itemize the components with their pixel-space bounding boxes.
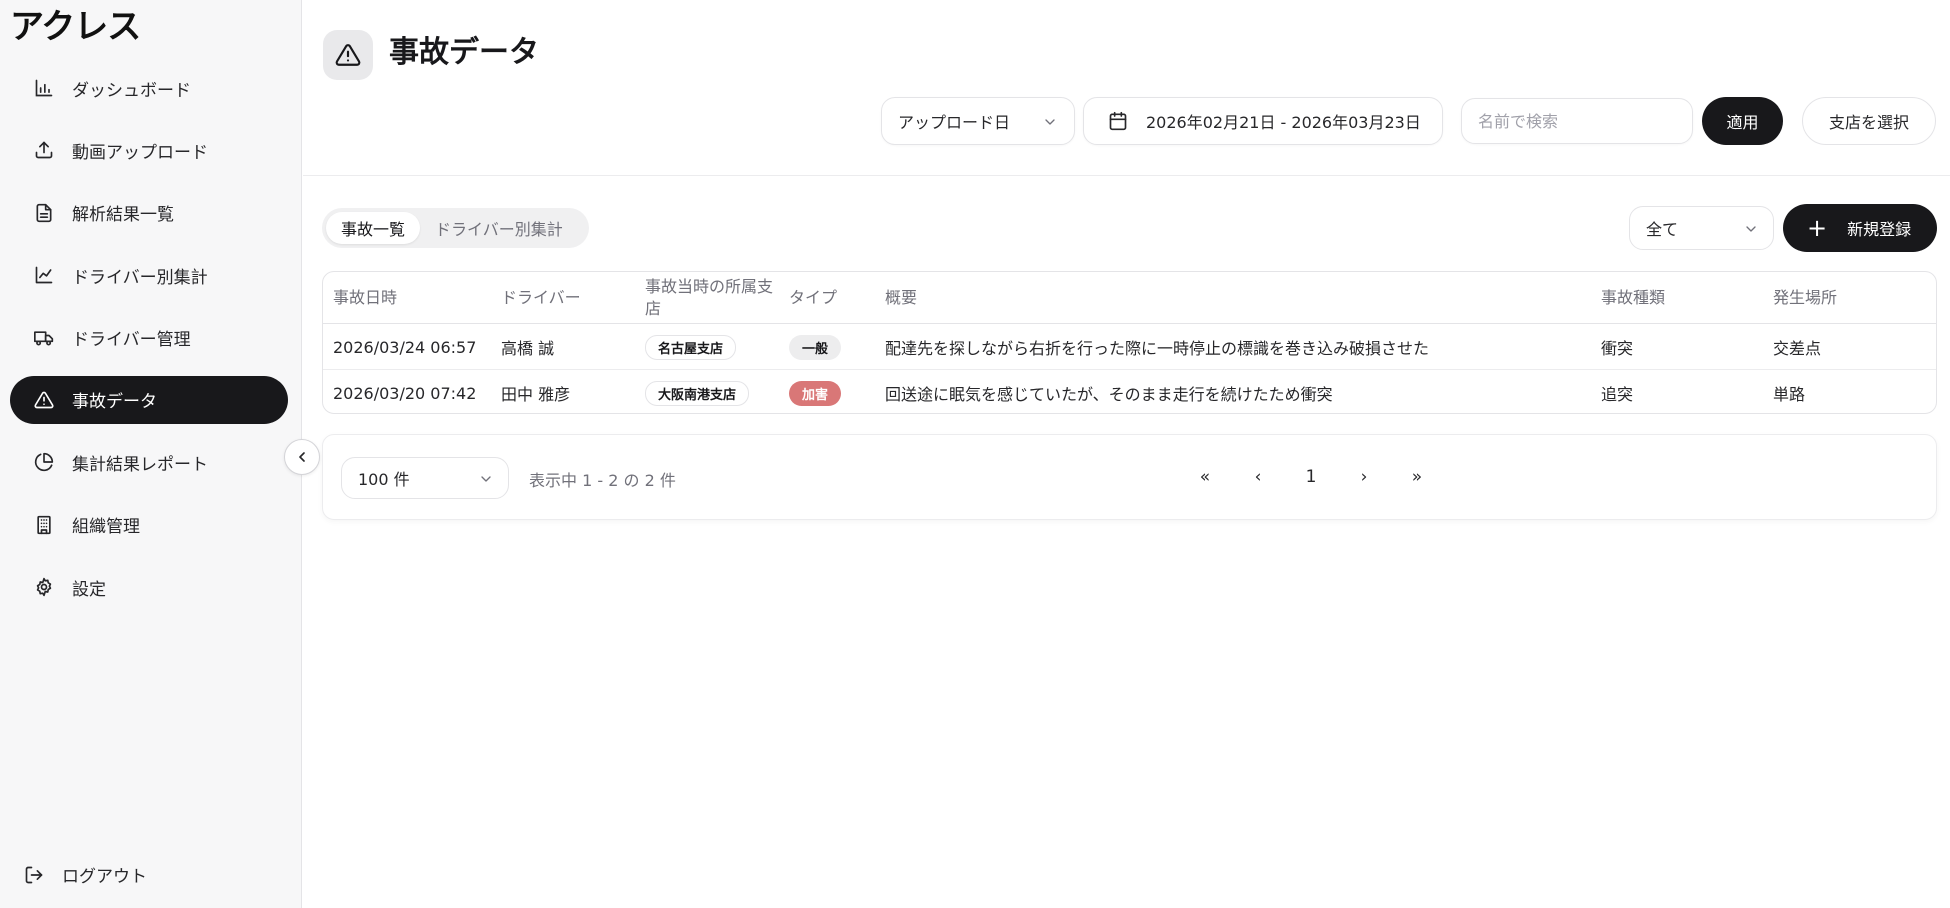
branch-select-button[interactable]: 支店を選択 (1802, 97, 1936, 145)
chevron-down-icon (1746, 226, 1756, 232)
tab-accident-list[interactable]: 事故一覧 (326, 212, 421, 244)
branch-badge: 大阪南港支店 (645, 380, 750, 406)
apply-button[interactable]: 適用 (1702, 97, 1783, 145)
chevron-down-icon (481, 476, 491, 482)
warning-icon (335, 44, 361, 66)
next-page-button[interactable]: › (1346, 459, 1382, 495)
cell-place: 交差点 (1773, 339, 1822, 358)
page-title-icon (323, 30, 373, 80)
upload-icon (35, 142, 53, 159)
truck-icon (34, 330, 54, 346)
gear-icon (36, 577, 52, 597)
date-range-picker[interactable]: 2026年02月21日 - 2026年03月23日 (1083, 97, 1443, 145)
new-register-label: 新規登録 (1847, 220, 1912, 239)
first-page-button[interactable]: « (1187, 459, 1223, 495)
per-page-select[interactable]: 100 件 (341, 457, 509, 499)
prev-page-button[interactable]: ‹ (1240, 459, 1276, 495)
table-row[interactable]: 2026/03/24 06:57 高橋 誠 名古屋支店 一般 配達先を探しながら… (323, 324, 1936, 370)
showing-count: 表示中 1 - 2 の 2 件 (529, 471, 676, 490)
table-header: 事故日時 ドライバー 事故当時の所属支店 タイプ 概要 事故種類 発生場所 (323, 272, 1936, 324)
date-range-value: 2026年02月21日 - 2026年03月23日 (1146, 113, 1421, 132)
cell-kind: 追突 (1601, 385, 1634, 404)
cell-kind: 衝突 (1601, 339, 1634, 358)
sidebar: アクレス ダッシュボード 動画アップロード 解析結果一覧 ドライバー別集計 ドラ… (0, 0, 302, 908)
table-row[interactable]: 2026/03/20 07:42 田中 雅彦 大阪南港支店 加害 回送途に眠気を… (323, 370, 1936, 413)
sidebar-item-label: ドライバー管理 (72, 330, 191, 351)
column-header[interactable]: 概要 (885, 272, 917, 324)
page-header: 事故データ アップロード日 2026年02月21日 - 2026年03月23日 … (303, 0, 1950, 176)
cell-datetime: 2026/03/24 06:57 (333, 337, 477, 357)
sidebar-item-label: 動画アップロード (72, 142, 208, 163)
date-type-select[interactable]: アップロード日 (881, 97, 1075, 145)
logout-button[interactable]: ログアウト (24, 862, 147, 887)
cell-type: 一般 (789, 324, 842, 370)
new-register-button[interactable]: + 新規登録 (1783, 204, 1937, 252)
sidebar-item-label: ドライバー別集計 (72, 267, 208, 288)
sidebar-item-label: 集計結果レポート (72, 454, 208, 475)
sidebar-item-dashboard[interactable]: ダッシュボード (10, 64, 288, 112)
type-badge: 加害 (789, 380, 842, 406)
document-icon (36, 203, 52, 222)
sidebar-item-driver-summary[interactable]: ドライバー別集計 (10, 251, 288, 299)
plus-icon: + (1807, 214, 1828, 242)
line-chart-icon (35, 266, 53, 284)
cell-summary: 回送途に眠気を感じていたが、そのまま走行を続けたため衝突 (885, 385, 1333, 404)
view-tabs: 事故一覧 ドライバー別集計 (322, 208, 589, 248)
chevron-down-icon (1045, 119, 1055, 125)
date-type-value: アップロード日 (898, 113, 1011, 132)
branch-badge: 名古屋支店 (645, 334, 737, 360)
cell-driver: 高橋 誠 (501, 339, 555, 358)
page-title: 事故データ (389, 35, 539, 70)
cell-branch: 大阪南港支店 (645, 370, 750, 413)
collapse-sidebar-button[interactable] (284, 439, 320, 475)
sidebar-item-label: 解析結果一覧 (72, 205, 174, 226)
type-badge: 一般 (789, 334, 842, 360)
cell-branch: 名古屋支店 (645, 324, 737, 370)
logout-icon (25, 866, 43, 883)
sidebar-item-accident-data[interactable]: 事故データ (10, 375, 288, 424)
cell-driver: 田中 雅彦 (501, 385, 571, 404)
sidebar-item-analysis-results[interactable]: 解析結果一覧 (10, 189, 288, 237)
last-page-button[interactable]: » (1399, 459, 1435, 495)
sidebar-nav: ダッシュボード 動画アップロード 解析結果一覧 ドライバー別集計 ドライバー管理… (10, 64, 288, 626)
search-input[interactable] (1478, 111, 1678, 131)
per-page-value: 100 件 (358, 470, 410, 489)
page-number-button[interactable]: 1 (1293, 459, 1329, 495)
accident-table: 事故日時 ドライバー 事故当時の所属支店 タイプ 概要 事故種類 発生場所 20… (322, 271, 1937, 414)
column-header[interactable]: 発生場所 (1773, 272, 1837, 324)
logout-label: ログアウト (62, 867, 147, 887)
tab-driver-summary[interactable]: ドライバー別集計 (420, 212, 578, 244)
warning-icon (34, 391, 54, 409)
sidebar-item-report[interactable]: 集計結果レポート (10, 438, 288, 486)
column-header[interactable]: 事故当時の所属支店 (645, 272, 773, 324)
sidebar-item-label: 事故データ (72, 392, 157, 413)
building-icon (37, 515, 51, 534)
sidebar-item-settings[interactable]: 設定 (10, 563, 288, 611)
sidebar-item-organization[interactable]: 組織管理 (10, 501, 288, 549)
column-header[interactable]: 事故種類 (1601, 272, 1665, 324)
cell-summary: 配達先を探しながら右折を行った際に一時停止の標識を巻き込み破損させた (885, 339, 1430, 358)
pie-chart-icon (34, 453, 54, 472)
column-header[interactable]: 事故日時 (333, 272, 397, 324)
cell-datetime: 2026/03/20 07:42 (333, 383, 477, 403)
column-header[interactable]: ドライバー (501, 272, 581, 324)
sidebar-item-driver-management[interactable]: ドライバー管理 (10, 314, 288, 362)
sidebar-item-label: 設定 (72, 579, 106, 600)
chevron-left-icon (299, 452, 305, 462)
type-filter-value: 全て (1646, 220, 1679, 239)
sidebar-item-label: 組織管理 (72, 517, 140, 538)
sidebar-item-video-upload[interactable]: 動画アップロード (10, 126, 288, 174)
pagination-bar: 100 件 表示中 1 - 2 の 2 件 « ‹ 1 › » (322, 434, 1937, 520)
type-filter-select[interactable]: 全て (1629, 206, 1774, 250)
sidebar-item-label: ダッシュボード (72, 80, 191, 101)
app-logo[interactable]: アクレス (10, 4, 141, 50)
column-header[interactable]: タイプ (789, 272, 837, 324)
cell-place: 単路 (1773, 385, 1806, 404)
search-field (1461, 98, 1693, 144)
cell-type: 加害 (789, 370, 842, 413)
calendar-icon (1109, 111, 1127, 131)
bar-chart-icon (35, 79, 53, 97)
